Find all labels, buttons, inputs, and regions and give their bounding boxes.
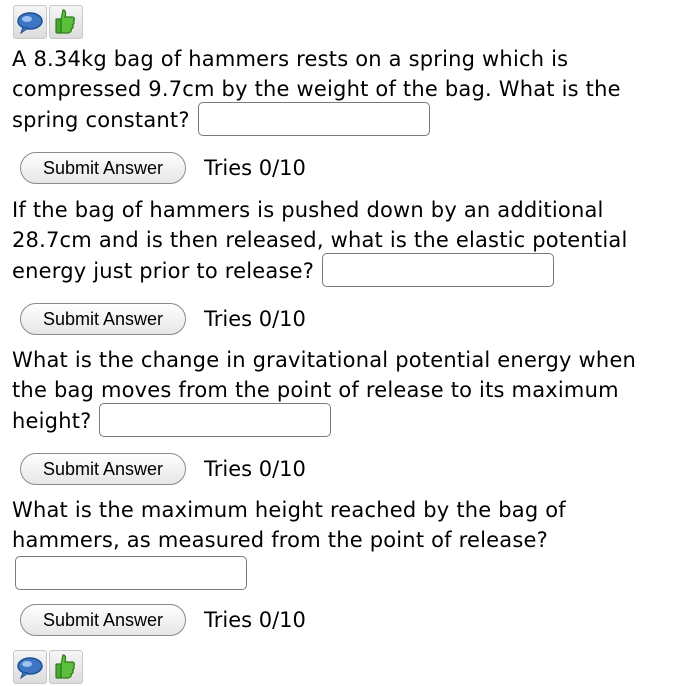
tries-counter-2: Tries 0/10: [204, 307, 306, 331]
submit-answer-button-1[interactable]: Submit Answer: [20, 152, 186, 184]
submit-row-4: Submit Answer Tries 0/10: [20, 603, 306, 637]
question-3: What is the change in gravitational pote…: [12, 345, 672, 439]
answer-input-1[interactable]: [197, 102, 430, 136]
submit-answer-button-4[interactable]: Submit Answer: [20, 604, 186, 636]
top-icon-row: [13, 5, 83, 41]
bottom-icon-row: [13, 650, 83, 686]
tries-counter-3: Tries 0/10: [204, 457, 306, 481]
submit-row-2: Submit Answer Tries 0/10: [20, 302, 306, 336]
discussion-icon[interactable]: [13, 650, 47, 684]
question-4: What is the maximum height reached by th…: [12, 495, 672, 555]
discussion-icon[interactable]: [13, 5, 47, 39]
answer-input-3[interactable]: [99, 403, 332, 437]
thumbs-up-icon[interactable]: [49, 650, 83, 684]
tries-counter-4: Tries 0/10: [204, 608, 306, 632]
question-2: If the bag of hammers is pushed down by …: [12, 195, 672, 289]
answer-input-4[interactable]: [15, 556, 247, 590]
submit-row-1: Submit Answer Tries 0/10: [20, 151, 306, 185]
submit-answer-button-2[interactable]: Submit Answer: [20, 303, 186, 335]
question-1: A 8.34kg bag of hammers rests on a sprin…: [12, 44, 672, 138]
question-4-text: What is the maximum height reached by th…: [12, 498, 566, 552]
submit-row-3: Submit Answer Tries 0/10: [20, 452, 306, 486]
submit-answer-button-3[interactable]: Submit Answer: [20, 453, 186, 485]
tries-counter-1: Tries 0/10: [204, 156, 306, 180]
answer-input-2[interactable]: [322, 253, 555, 287]
thumbs-up-icon[interactable]: [49, 5, 83, 39]
